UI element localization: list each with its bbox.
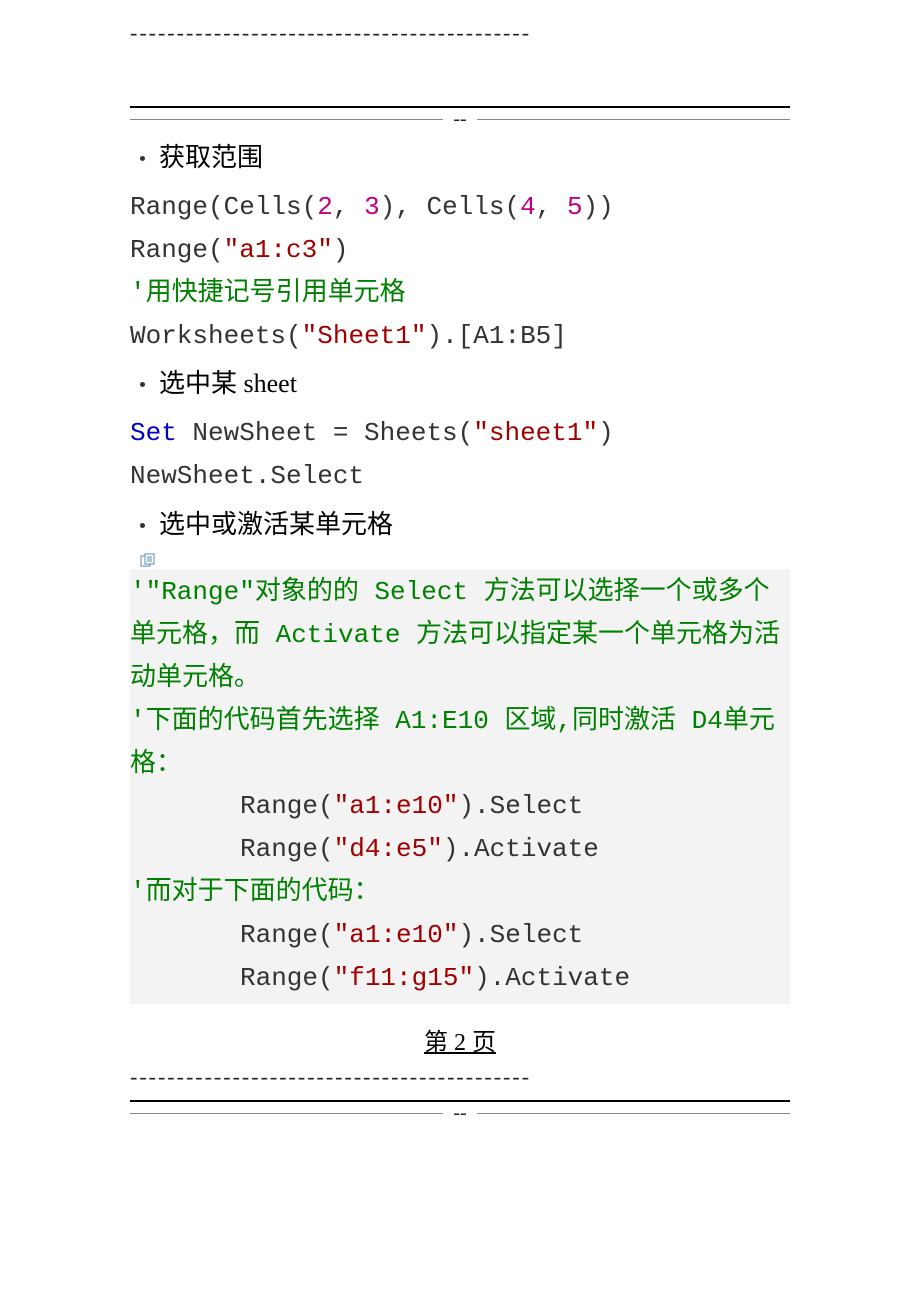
code-line-range-select-2: Range("a1:e10").Select — [130, 914, 790, 957]
code-frag: ).Activate — [443, 834, 599, 864]
code-line-worksheets: Worksheets("Sheet1").[A1:B5] — [130, 315, 790, 358]
bullet-activate-cell: 选中或激活某单元格 — [130, 504, 790, 547]
content-area: 获取范围 Range(Cells(2, 3), Cells(4, 5)) Ran… — [130, 137, 790, 1064]
page-number: 第 2 页 — [130, 1024, 790, 1064]
code-number: 3 — [364, 192, 380, 222]
code-string: "a1:e10" — [334, 791, 459, 821]
bullet-dot-icon — [140, 523, 145, 528]
bullet-label: 获取范围 — [159, 137, 263, 180]
code-line-range-activate-2: Range("f11:g15").Activate — [130, 957, 790, 1000]
top-mid-rule: -- — [130, 108, 790, 131]
code-comment-example1: '下面的代码首先选择 A1:E10 区域,同时激活 D4单元格： — [130, 700, 790, 786]
code-number: 5 — [567, 192, 583, 222]
bullet-get-range: 获取范围 — [130, 137, 790, 180]
code-frag: Range( — [240, 834, 334, 864]
bullet-label: 选中某 sheet — [159, 363, 297, 406]
code-frag: ), Cells( — [380, 192, 520, 222]
bullet-dot-icon — [140, 382, 145, 387]
code-line-range-activate-1: Range("d4:e5").Activate — [130, 828, 790, 871]
code-frag: , — [536, 192, 567, 222]
code-number: 4 — [520, 192, 536, 222]
code-number: 2 — [317, 192, 333, 222]
code-frag: Range( — [240, 791, 334, 821]
code-string: "a1:e10" — [334, 920, 459, 950]
bottom-mid-rule: -- — [130, 1102, 790, 1125]
code-string: "Sheet1" — [302, 321, 427, 351]
bullet-select-sheet: 选中某 sheet — [130, 363, 790, 406]
code-string: "d4:e5" — [334, 834, 443, 864]
top-double-dash: -- — [453, 108, 466, 131]
code-string: "sheet1" — [473, 418, 598, 448]
code-comment-example2: '而对于下面的代码： — [130, 871, 790, 914]
top-thin-rule-left — [130, 119, 443, 120]
bullet-dot-icon — [140, 156, 145, 161]
code-line-set-newsheet: Set NewSheet = Sheets("sheet1") — [130, 412, 790, 455]
code-frag: ).Select — [458, 791, 583, 821]
code-frag: ) — [598, 418, 614, 448]
code-frag: Range(Cells( — [130, 192, 317, 222]
bottom-dash-line: ----------------------------------------… — [130, 1064, 790, 1090]
code-frag: ).Activate — [474, 963, 630, 993]
code-line-newsheet-select: NewSheet.Select — [130, 455, 790, 498]
code-frag: , — [333, 192, 364, 222]
bullet-label: 选中或激活某单元格 — [159, 504, 393, 547]
code-keyword: Set — [130, 418, 177, 448]
copy-icon — [140, 553, 156, 567]
code-string: "a1:c3" — [224, 235, 333, 265]
code-frag: ).Select — [458, 920, 583, 950]
bottom-thin-rule-right — [477, 1113, 790, 1114]
code-comment-shortcut: '用快捷记号引用单元格 — [130, 272, 790, 315]
code-frag: Range( — [130, 235, 224, 265]
code-line-range-select-1: Range("a1:e10").Select — [130, 785, 790, 828]
code-frag: Range( — [240, 920, 334, 950]
bottom-double-dash: -- — [453, 1102, 466, 1125]
code-comment-range-select: '"Range"对象的的 Select 方法可以选择一个或多个单元格，而 Act… — [130, 571, 790, 700]
code-frag: NewSheet = Sheets( — [177, 418, 473, 448]
code-frag: ).[A1:B5] — [426, 321, 566, 351]
code-line-range-a1c3: Range("a1:c3") — [130, 229, 790, 272]
code-frag: Range( — [240, 963, 334, 993]
code-string: "f11:g15" — [334, 963, 474, 993]
code-line-range-cells: Range(Cells(2, 3), Cells(4, 5)) — [130, 186, 790, 229]
document-page: ----------------------------------------… — [0, 0, 920, 1145]
code-frag: )) — [583, 192, 614, 222]
code-frag: Worksheets( — [130, 321, 302, 351]
top-thin-rule-right — [477, 119, 790, 120]
bottom-thin-rule-left — [130, 1113, 443, 1114]
top-dash-line: ----------------------------------------… — [130, 20, 790, 46]
code-block-shaded: '"Range"对象的的 Select 方法可以选择一个或多个单元格，而 Act… — [130, 569, 790, 1004]
code-frag: ) — [333, 235, 349, 265]
